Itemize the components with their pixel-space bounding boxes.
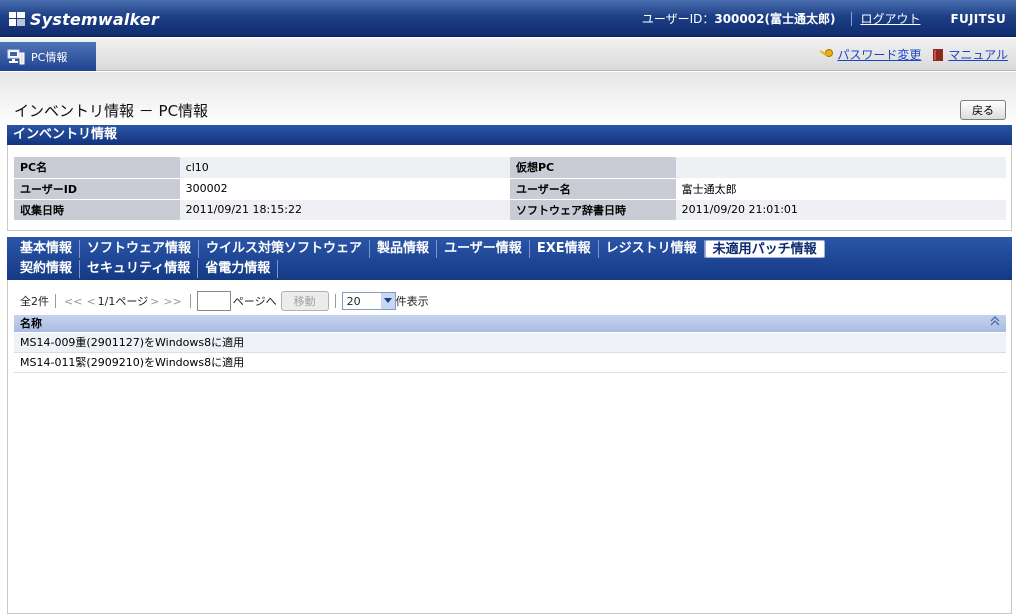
pager-divider	[55, 294, 56, 308]
systemwalker-logo-icon	[9, 12, 25, 26]
list-header-name[interactable]: 名称	[14, 315, 1006, 332]
section-title: インベントリ情報	[7, 125, 1012, 145]
page-number-input[interactable]	[196, 291, 231, 311]
tab-antivirus-software[interactable]: ウイルス対策ソフトウェア	[199, 240, 371, 258]
last-page-link[interactable]: >>	[163, 295, 181, 308]
user-id-label: ユーザーID：	[641, 12, 715, 26]
info-row: 収集日時 2011/09/21 18:15:22 ソフトウェア辞書日時 2011…	[14, 199, 1006, 221]
header-divider	[851, 11, 853, 26]
inventory-info-panel: PC名 cl10 仮想PC ユーザーID 300002 ユーザー名 富士通太郎 …	[7, 145, 1012, 231]
tab-power-saving-info[interactable]: 省電力情報	[198, 260, 279, 278]
name-column-label: 名称	[20, 317, 42, 330]
dictionary-date-value: 2011/09/20 21:01:01	[675, 199, 1006, 221]
tab-contract-info[interactable]: 契約情報	[13, 260, 81, 278]
list-item[interactable]: MS14-009重(2901127)をWindows8に適用	[14, 333, 1006, 353]
sub-navigation-bar: PC情報 パスワード変更 マニュアル	[0, 38, 1016, 71]
first-page-link[interactable]: <<	[64, 295, 82, 308]
tab-unapplied-patch-info[interactable]: 未適用パッチ情報	[704, 240, 825, 258]
tab-basic-info[interactable]: 基本情報	[13, 240, 81, 258]
tab-security-info[interactable]: セキュリティ情報	[80, 260, 199, 278]
prev-page-link[interactable]: <	[86, 295, 95, 308]
logo-text: Systemwalker	[30, 9, 159, 29]
total-count: 全2件	[20, 295, 49, 308]
info-tabs: 基本情報 ソフトウェア情報 ウイルス対策ソフトウェア 製品情報 ユーザー情報 E…	[7, 237, 1012, 280]
collected-date-value: 2011/09/21 18:15:22	[179, 199, 510, 221]
top-header: Systemwalker ユーザーID：300002(富士通太郎) ログアウト …	[0, 0, 1016, 37]
fujitsu-brand: FUJITSU	[950, 11, 1006, 26]
user-id-field-value: 300002	[179, 178, 510, 200]
per-page-value: 20	[346, 294, 361, 308]
tab-registry-info[interactable]: レジストリ情報	[599, 240, 705, 258]
chevron-down-icon	[380, 293, 395, 309]
user-id-value: 300002(富士通太郎)	[714, 12, 836, 26]
user-name-value: 富士通太郎	[675, 178, 1006, 200]
title-area: インベントリ情報 － PC情報 戻る	[0, 72, 1016, 126]
sort-icon[interactable]	[990, 315, 1000, 332]
list-item[interactable]: MS14-011緊(2909210)をWindows8に適用	[14, 353, 1006, 373]
move-button[interactable]: 移動	[280, 291, 329, 311]
systemwalker-logo: Systemwalker	[8, 7, 159, 31]
go-to-page-label: ページへ	[232, 295, 277, 308]
tab-row-2: 契約情報 セキュリティ情報 省電力情報	[13, 259, 1012, 279]
dictionary-date-label: ソフトウェア辞書日時	[509, 199, 676, 221]
page-info: 1/1ページ	[97, 295, 149, 308]
pc-name-value: cl10	[179, 157, 510, 179]
info-row: PC名 cl10 仮想PC	[14, 157, 1006, 179]
manual-label: マニュアル	[948, 48, 1008, 62]
virtual-pc-label: 仮想PC	[509, 157, 676, 179]
pager-divider	[189, 294, 191, 308]
user-name-label: ユーザー名	[509, 178, 676, 200]
logout-link[interactable]: ログアウト	[860, 10, 920, 27]
virtual-pc-value	[675, 157, 1006, 179]
pager-divider	[334, 294, 336, 308]
tab-user-info[interactable]: ユーザー情報	[437, 240, 530, 258]
tab-exe-info[interactable]: EXE情報	[530, 240, 599, 258]
password-change-link[interactable]: パスワード変更	[818, 46, 921, 63]
next-page-link[interactable]: >	[150, 295, 159, 308]
key-icon	[820, 48, 834, 57]
manual-link[interactable]: マニュアル	[931, 46, 1008, 63]
book-icon	[933, 48, 944, 61]
back-button[interactable]: 戻る	[960, 100, 1006, 120]
page-title: インベントリ情報 － PC情報	[14, 102, 209, 120]
collected-date-label: 収集日時	[14, 199, 180, 221]
pc-tab-label: PC情報	[31, 50, 68, 64]
user-id-field-label: ユーザーID	[14, 178, 180, 200]
tab-pc-info[interactable]: PC情報	[0, 42, 96, 71]
password-change-label: パスワード変更	[837, 48, 922, 62]
tab-product-info[interactable]: 製品情報	[370, 240, 438, 258]
per-page-select[interactable]: 20	[341, 292, 396, 310]
patch-list-panel: 全2件 << < 1/1ページ > >> ページへ 移動 20 件表示 名称 M…	[7, 280, 1012, 614]
user-info: ユーザーID：300002(富士通太郎)	[642, 10, 836, 27]
inventory-info-table: PC名 cl10 仮想PC ユーザーID 300002 ユーザー名 富士通太郎 …	[14, 157, 1006, 221]
tab-row-1: 基本情報 ソフトウェア情報 ウイルス対策ソフトウェア 製品情報 ユーザー情報 E…	[13, 239, 1012, 259]
pagination: 全2件 << < 1/1ページ > >> ページへ 移動 20 件表示	[20, 291, 429, 311]
per-page-suffix: 件表示	[395, 295, 429, 308]
tab-software-info[interactable]: ソフトウェア情報	[80, 240, 200, 258]
info-row: ユーザーID 300002 ユーザー名 富士通太郎	[14, 178, 1006, 200]
pc-name-label: PC名	[14, 157, 180, 179]
pc-icon	[7, 49, 25, 64]
